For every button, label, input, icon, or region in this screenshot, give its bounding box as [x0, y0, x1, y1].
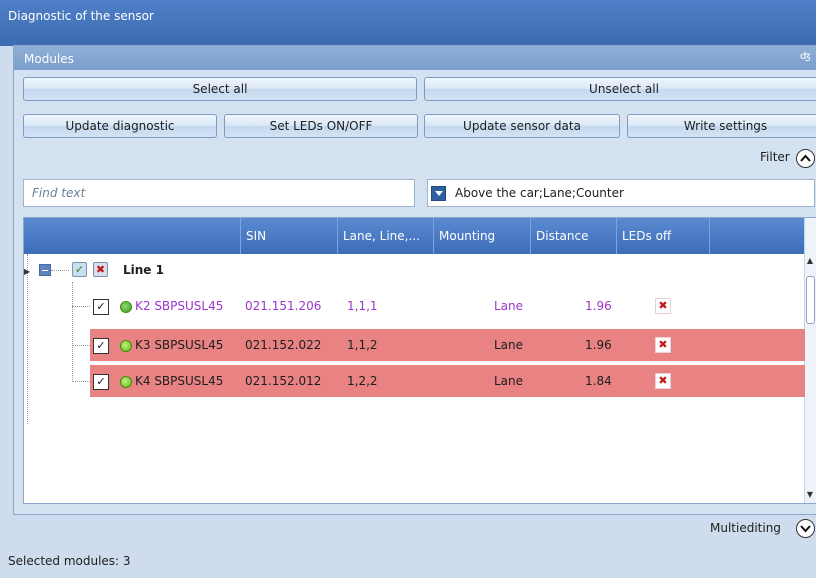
leds-off-icon[interactable]: ✖ — [655, 337, 671, 353]
module-mounting: Lane — [494, 374, 524, 388]
set-leds-button[interactable]: Set LEDs ON/OFF — [224, 114, 418, 138]
update-diagnostic-button[interactable]: Update diagnostic — [23, 114, 217, 138]
row-checkbox[interactable]: ✓ — [93, 374, 109, 390]
status-led-icon — [120, 301, 132, 313]
status-led-icon — [120, 340, 132, 352]
column-header-leds-off[interactable]: LEDs off — [617, 218, 710, 254]
module-name: K3 SBPSUSL45 — [135, 338, 224, 352]
module-lane-line: 1,2,2 — [347, 374, 378, 388]
table-row[interactable]: ✓ K3 SBPSUSL45 021.152.022 1,1,2 Lane 1.… — [90, 329, 805, 361]
row-indicator-icon: ▶ — [24, 267, 31, 276]
multiediting-label: Multiediting — [710, 521, 781, 535]
group-label: Line 1 — [123, 263, 164, 277]
module-sin: 021.152.022 — [245, 338, 322, 352]
update-sensor-data-button[interactable]: Update sensor data — [424, 114, 620, 138]
tree-guide-line — [72, 381, 90, 382]
panel-title: Modules — [24, 52, 74, 66]
row-checkbox[interactable]: ✓ — [93, 299, 109, 315]
column-header-distance[interactable]: Distance — [531, 218, 617, 254]
search-input[interactable] — [23, 179, 415, 207]
scroll-down-icon[interactable]: ▼ — [805, 490, 815, 500]
chevron-down-icon[interactable] — [796, 519, 815, 538]
dropdown-arrow-icon[interactable] — [431, 186, 446, 201]
window-title: Diagnostic of the sensor — [8, 9, 154, 23]
tree-guide-line — [72, 282, 73, 382]
filter-label: Filter — [760, 150, 790, 164]
collapse-icon[interactable] — [39, 264, 51, 276]
scrollbar-thumb[interactable] — [806, 276, 815, 324]
chevron-up-icon[interactable] — [796, 149, 815, 168]
module-name: K2 SBPSUSL45 — [135, 299, 224, 313]
column-header-sin[interactable]: SIN — [241, 218, 338, 254]
window-titlebar — [0, 0, 816, 46]
leds-off-icon[interactable]: ✖ — [655, 298, 671, 314]
module-distance: 1.84 — [585, 374, 612, 388]
module-distance: 1.96 — [585, 299, 612, 313]
panel-header — [14, 46, 816, 70]
scroll-up-icon[interactable]: ▲ — [805, 256, 815, 266]
unselect-all-button[interactable]: Unselect all — [424, 77, 816, 101]
group-checkbox[interactable]: ✓ — [72, 262, 87, 277]
module-mounting: Lane — [494, 338, 524, 352]
tree-guide-line — [72, 345, 90, 346]
error-icon: ✖ — [93, 262, 108, 277]
tree-guide-line — [72, 306, 90, 307]
module-sin: 021.151.206 — [245, 299, 322, 313]
column-header-mounting[interactable]: Mounting — [434, 218, 531, 254]
status-led-icon — [120, 376, 132, 388]
module-lane-line: 1,1,1 — [347, 299, 378, 313]
table-row[interactable]: ✓ K2 SBPSUSL45 021.151.206 1,1,1 Lane 1.… — [90, 290, 805, 322]
leds-off-icon[interactable]: ✖ — [655, 373, 671, 389]
column-header-extra[interactable] — [710, 218, 805, 254]
table-row[interactable]: ✓ K4 SBPSUSL45 021.152.012 1,2,2 Lane 1.… — [90, 365, 805, 397]
selected-modules-status: Selected modules: 3 — [8, 554, 131, 568]
tree-guide-line — [27, 254, 28, 424]
tree-guide-line — [51, 270, 69, 271]
module-sin: 021.152.012 — [245, 374, 322, 388]
row-checkbox[interactable]: ✓ — [93, 338, 109, 354]
select-all-button[interactable]: Select all — [23, 77, 417, 101]
module-lane-line: 1,1,2 — [347, 338, 378, 352]
column-header-name[interactable] — [24, 218, 241, 254]
pin-icon[interactable]: ʤ — [800, 51, 811, 62]
module-distance: 1.96 — [585, 338, 612, 352]
filter-dropdown-value: Above the car;Lane;Counter — [455, 186, 624, 200]
column-header-lane-line[interactable]: Lane, Line,... — [338, 218, 434, 254]
grid-header: SIN Lane, Line,... Mounting Distance LED… — [24, 218, 805, 254]
module-mounting: Lane — [494, 299, 524, 313]
write-settings-button[interactable]: Write settings — [627, 114, 816, 138]
module-name: K4 SBPSUSL45 — [135, 374, 224, 388]
